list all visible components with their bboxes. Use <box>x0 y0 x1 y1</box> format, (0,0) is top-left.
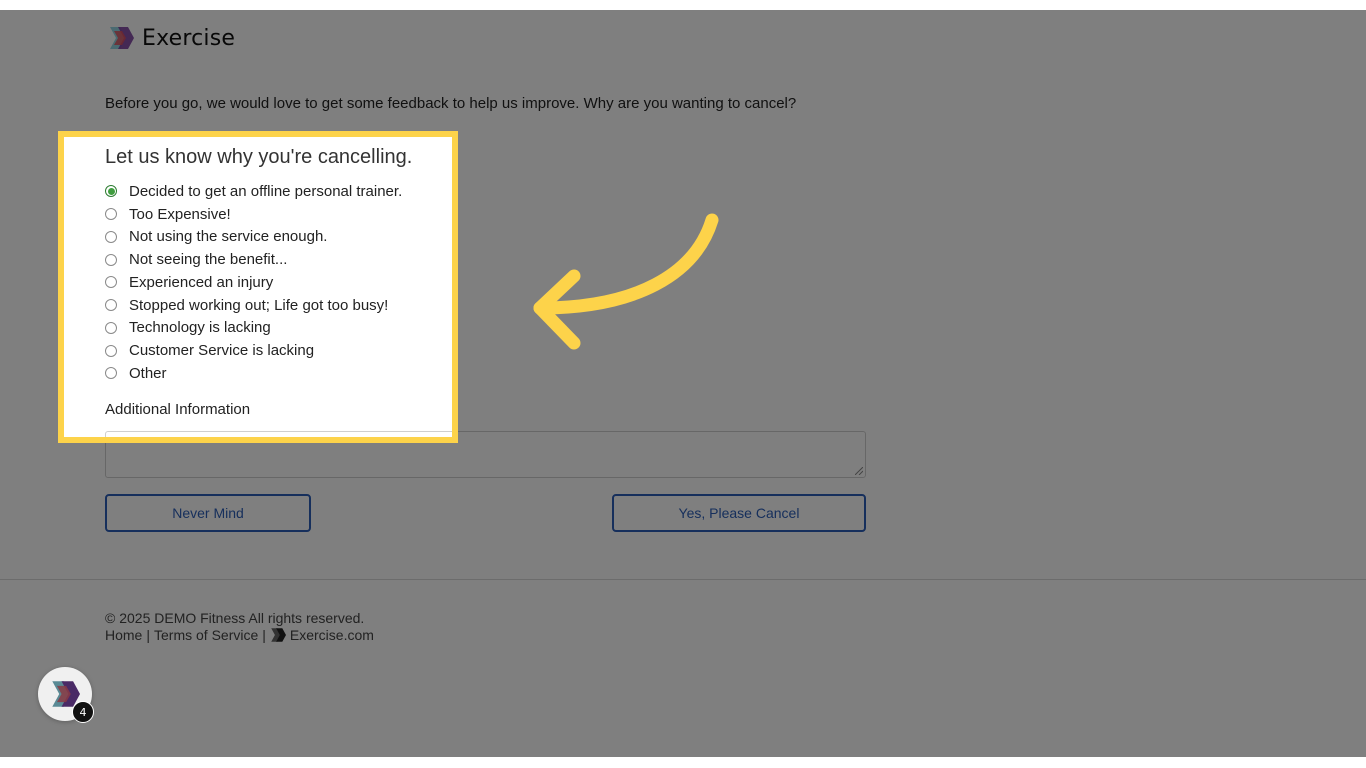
cancel-intro-text: Before you go, we would love to get some… <box>105 95 797 112</box>
notification-badge: 4 <box>72 701 94 723</box>
confirm-cancel-button[interactable]: Yes, Please Cancel <box>612 494 866 532</box>
exercise-logo-icon <box>271 628 286 642</box>
exercise-logo-icon <box>110 27 134 49</box>
footer-separator: | <box>146 627 150 643</box>
page-footer: © 2025 DEMO Fitness All rights reserved.… <box>0 579 1366 757</box>
footer-links: Home | Terms of Service | Exercise.com <box>105 627 374 643</box>
footer-terms-link[interactable]: Terms of Service <box>154 627 258 643</box>
footer-home-link[interactable]: Home <box>105 627 142 643</box>
pointer-arrow-icon <box>533 213 719 350</box>
resize-grip-icon[interactable] <box>855 467 863 475</box>
footer-separator: | <box>262 627 266 643</box>
app-screen: Exercise Before you go, we would love to… <box>0 10 1366 757</box>
highlight-frame <box>58 131 458 443</box>
never-mind-button[interactable]: Never Mind <box>105 494 311 532</box>
footer-site-link[interactable]: Exercise.com <box>290 627 374 643</box>
footer-copyright: © 2025 DEMO Fitness All rights reserved. <box>105 610 365 626</box>
brand-logo[interactable]: Exercise <box>108 25 235 51</box>
brand-name: Exercise <box>142 25 236 51</box>
help-launcher-button[interactable]: 4 <box>38 667 94 723</box>
